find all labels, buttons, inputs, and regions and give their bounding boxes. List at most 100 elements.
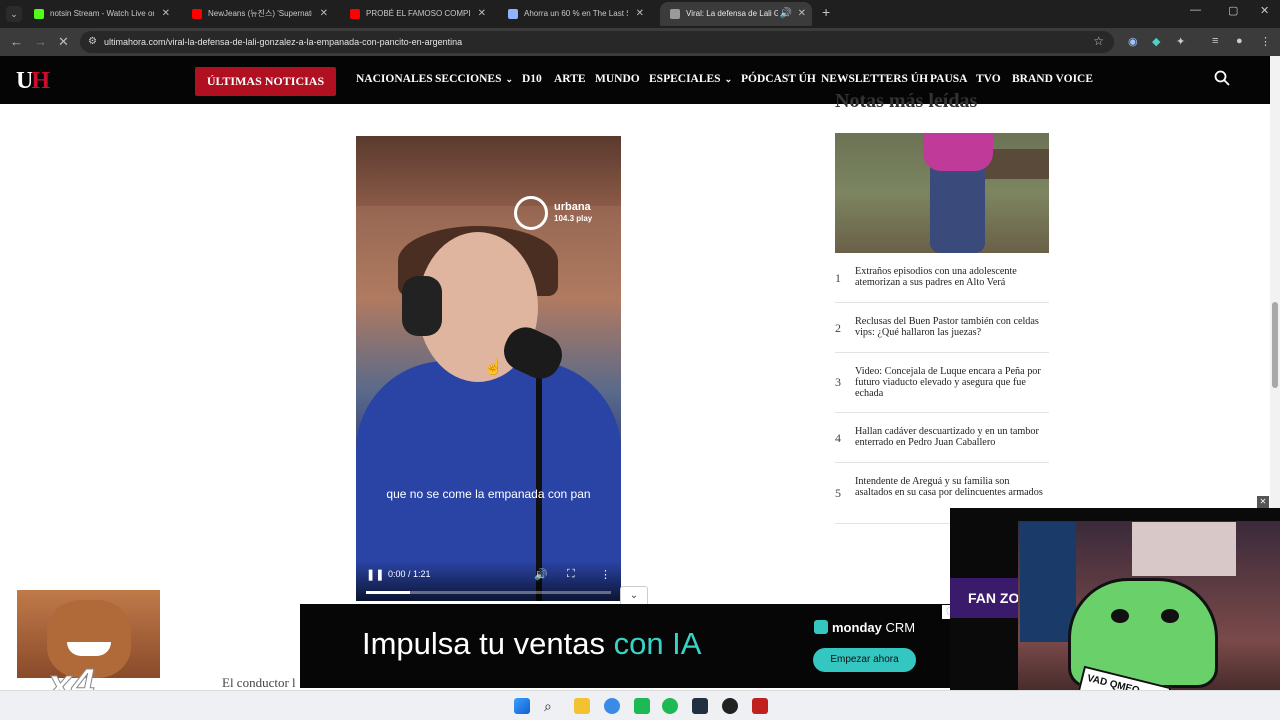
nav-label: SECCIONES	[435, 73, 502, 85]
list-item[interactable]: 2 Reclusas del Buen Pastor también con c…	[835, 303, 1049, 353]
play-logo-icon	[514, 196, 548, 230]
nav-secciones[interactable]: SECCIONES ⌄	[435, 73, 513, 85]
app-icon[interactable]	[634, 698, 650, 714]
extension-icon[interactable]: ◆	[1152, 35, 1160, 48]
profile-icon[interactable]: ●	[1236, 35, 1243, 47]
kick-icon	[34, 9, 44, 19]
item-link[interactable]: Hallan cadáver descuartizado y en un tam…	[855, 426, 1049, 448]
mouse-cursor-icon: ☝	[484, 359, 503, 376]
close-icon[interactable]: ✕	[478, 2, 486, 26]
video-subtitle: que no se come la empanada con pan	[386, 487, 591, 501]
nav-pausa[interactable]: PAUSA	[930, 73, 967, 85]
tab-kick-stream[interactable]: notsin Stream - Watch Live on K ✕	[24, 2, 176, 26]
item-number: 5	[835, 486, 841, 500]
terminal-icon[interactable]	[692, 698, 708, 714]
list-item[interactable]: 1 Extraños episodios con una adolescente…	[835, 262, 1049, 303]
site-info-icon[interactable]: ⚙	[88, 36, 100, 48]
breaking-news-button[interactable]: ÚLTIMAS NOTICIAS	[195, 67, 336, 96]
item-link[interactable]: Reclusas del Buen Pastor también con cel…	[855, 316, 1049, 338]
close-window-icon[interactable]: ✕	[1260, 4, 1269, 17]
bookmark-star-icon[interactable]: ☆	[1093, 34, 1104, 48]
list-item[interactable]: 4 Hallan cadáver descuartizado y en un t…	[835, 413, 1049, 463]
fan-zone-label: FAN ZO	[950, 578, 1020, 618]
radio-line: urbana	[554, 201, 591, 213]
audio-playing-icon[interactable]: 🔊	[780, 2, 792, 26]
ad-headline-text: Impulsa tu ventas	[362, 626, 614, 661]
avatar-eye	[1111, 609, 1129, 623]
new-tab-button[interactable]: +	[822, 4, 830, 20]
nav-nacionales[interactable]: NACIONALES	[356, 73, 433, 85]
search-icon[interactable]: ⌕	[544, 698, 560, 714]
minimize-icon[interactable]: —	[1190, 4, 1201, 16]
site-logo[interactable]: UH	[16, 68, 50, 95]
nav-mundo[interactable]: MUNDO	[595, 73, 640, 85]
windows-start-icon[interactable]	[514, 698, 530, 714]
tab-youtube-probe[interactable]: PROBÉ EL FAMOSO COMPLETO ✕	[340, 2, 492, 26]
list-item[interactable]: 3 Video: Concejala de Luque encara a Peñ…	[835, 353, 1049, 413]
tab-title: Ahorra un 60 % en The Last Sp	[524, 9, 628, 18]
url-text[interactable]: ultimahora.com/viral-la-defensa-de-lali-…	[104, 31, 462, 53]
menu-icon[interactable]: ⋮	[1260, 35, 1271, 48]
item-link[interactable]: Video: Concejala de Luque encara a Peña …	[855, 366, 1049, 399]
obs-icon[interactable]	[722, 698, 738, 714]
close-icon[interactable]: ✕	[320, 2, 328, 26]
address-toolbar: ← → ✕ ⚙ ultimahora.com/viral-la-defensa-…	[0, 28, 1280, 56]
article-body-text: El conductor l	[222, 675, 296, 690]
nav-label: ESPECIALES	[649, 73, 721, 85]
tab-steam[interactable]: Ahorra un 60 % en The Last Sp ✕	[498, 2, 650, 26]
maximize-icon[interactable]: ▢	[1228, 4, 1238, 17]
address-bar[interactable]: ⚙ ultimahora.com/viral-la-defensa-de-lal…	[80, 31, 1114, 53]
close-icon[interactable]: ✕	[798, 2, 806, 26]
forward-icon[interactable]: →	[34, 34, 47, 49]
close-icon[interactable]: ✕	[636, 2, 644, 26]
jacket-shape	[923, 133, 993, 171]
close-icon[interactable]: ✕	[162, 2, 170, 26]
extension-icon[interactable]: ◉	[1128, 35, 1138, 48]
most-read-list: 1 Extraños episodios con una adolescente…	[835, 262, 1049, 524]
nav-tvo[interactable]: TVO	[976, 73, 1001, 85]
tab-ultimahora-active[interactable]: Viral: La defensa de Lali Gonz 🔊 ✕	[660, 2, 812, 26]
monday-logo-icon	[814, 620, 828, 634]
nav-especiales[interactable]: ESPECIALES ⌄	[649, 73, 732, 85]
reading-list-icon[interactable]: ≡	[1212, 35, 1218, 47]
video-progress-bar[interactable]	[366, 591, 611, 594]
more-options-icon[interactable]: ⋮	[600, 568, 611, 581]
site-header: UH ÚLTIMAS NOTICIAS NACIONALES SECCIONES…	[0, 56, 1270, 104]
nav-d10[interactable]: D10	[522, 73, 542, 85]
nav-podcast[interactable]: PÓDCAST ÚH	[741, 73, 816, 85]
back-icon[interactable]: ←	[10, 34, 23, 49]
search-icon[interactable]	[1214, 70, 1230, 86]
tab-youtube-newjeans[interactable]: NewJeans (뉴진스) 'Supernatural' ✕	[182, 2, 334, 26]
ad-cta-button[interactable]: Empezar ahora	[813, 648, 916, 672]
item-link[interactable]: Extraños episodios con una adolescente a…	[855, 266, 1049, 288]
ad-collapse-button[interactable]: ⌄	[620, 586, 648, 604]
nav-newsletters[interactable]: NEWSLETTERS ÚH	[821, 73, 928, 85]
item-number: 4	[835, 431, 841, 445]
tab-search-button[interactable]: ⌄	[6, 6, 22, 22]
close-icon[interactable]: ✕	[1257, 496, 1269, 508]
steam-icon	[508, 9, 518, 19]
youtube-icon	[350, 9, 360, 19]
pause-icon[interactable]: ❚❚	[366, 568, 384, 581]
ad-banner[interactable]: Impulsa tu ventas con IA monday CRM Empe…	[300, 604, 970, 688]
item-link[interactable]: Intendente de Areguá y su familia son as…	[855, 476, 1049, 498]
nav-brand-voice[interactable]: BRAND VOICE	[1012, 73, 1093, 85]
stop-icon[interactable]: ✕	[58, 34, 69, 50]
tab-title: NewJeans (뉴진스) 'Supernatural'	[208, 9, 312, 18]
radio-line: 104.3 play	[554, 214, 593, 223]
scrollbar-thumb[interactable]	[1272, 302, 1278, 388]
radio-watermark: urbana 104.3 play	[514, 194, 604, 234]
windows-taskbar: ⌕	[0, 690, 1280, 720]
nav-arte[interactable]: ARTE	[554, 73, 586, 85]
fullscreen-icon[interactable]: ⛶	[567, 568, 575, 581]
ad-brand: monday CRM	[814, 620, 915, 635]
spotify-icon[interactable]	[662, 698, 678, 714]
most-read-thumbnail[interactable]	[835, 133, 1049, 253]
file-explorer-icon[interactable]	[574, 698, 590, 714]
item-number: 3	[835, 375, 841, 389]
extensions-puzzle-icon[interactable]: ✦	[1176, 35, 1185, 48]
chrome-icon[interactable]	[604, 698, 620, 714]
volume-icon[interactable]: 🔊	[534, 568, 548, 581]
brand-name: monday	[832, 620, 882, 635]
app-icon[interactable]	[752, 698, 768, 714]
